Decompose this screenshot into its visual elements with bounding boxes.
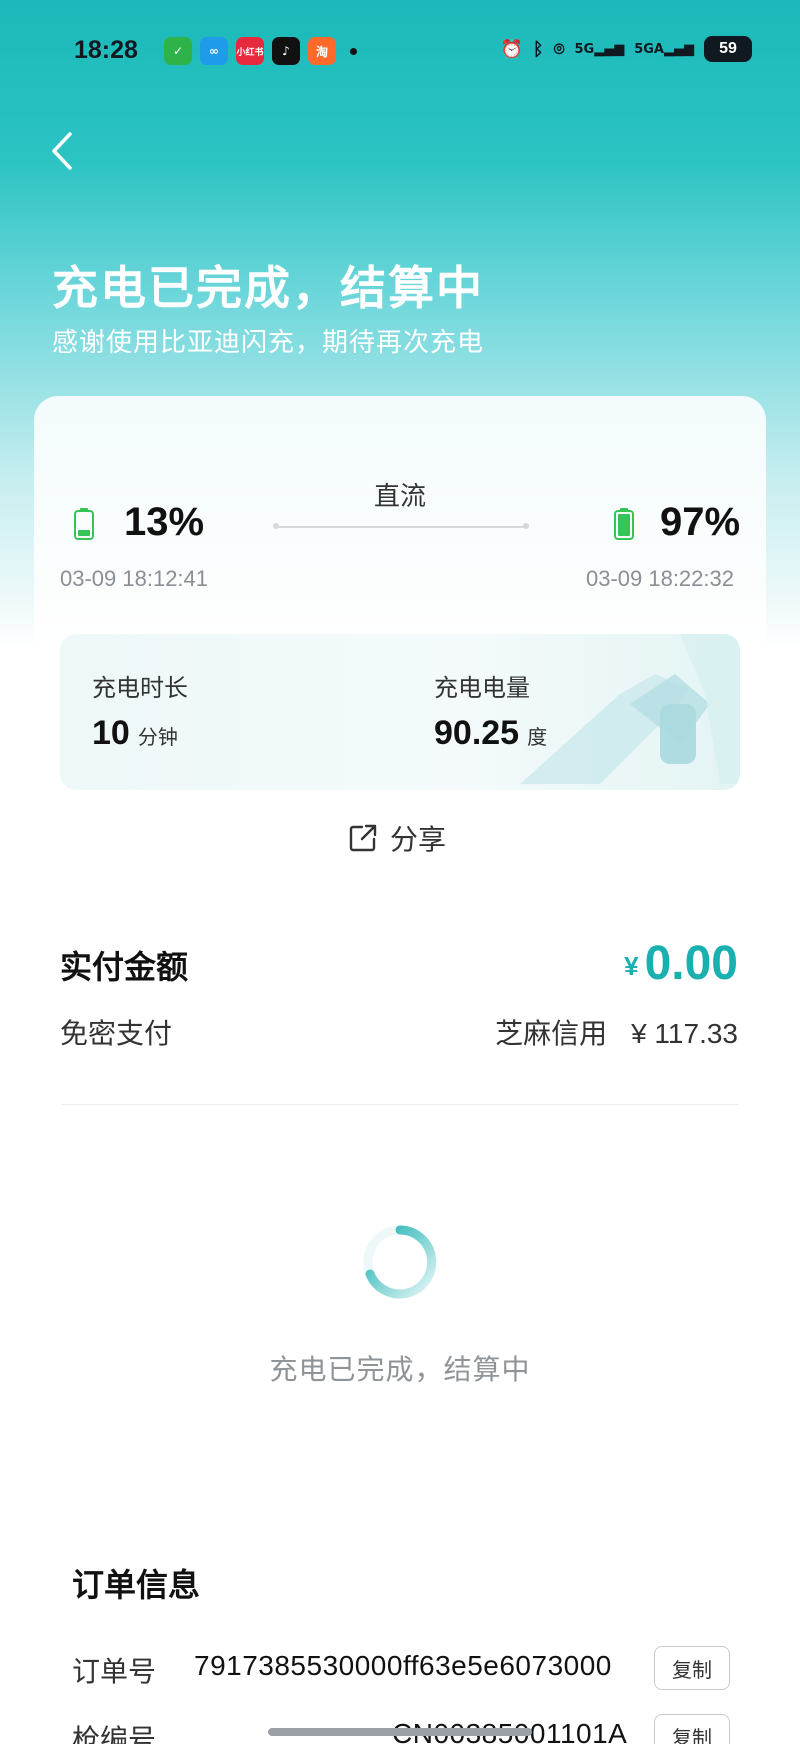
signal-5ga-icon: 5GA▂▄▆ <box>634 41 694 57</box>
bluetooth-icon: ᛒ <box>532 38 544 60</box>
end-battery-icon <box>614 508 634 540</box>
order-info-title: 订单信息 <box>72 1566 201 1604</box>
energy-label: 充电电量 <box>434 674 530 702</box>
start-battery-percent: 13% <box>124 500 205 544</box>
back-button[interactable] <box>44 128 84 174</box>
alarm-icon: ⏰ <box>500 38 523 60</box>
xiaohongshu-app-icon: 小红书 <box>236 37 264 65</box>
loading-spinner-icon <box>363 1225 437 1299</box>
end-battery-percent: 97% <box>660 500 741 544</box>
share-label: 分享 <box>390 823 447 856</box>
page: 18:28 ✓ ∞ 小红书 ♪ 淘 ⏰ ᛒ ⌾ 5G▂▄▆ 5GA▂▄▆ 59 … <box>0 0 800 1744</box>
copy-order-number-button[interactable]: 复制 <box>654 1646 730 1690</box>
copy-gun-number-button[interactable]: 复制 <box>654 1714 730 1744</box>
settlement-status-text: 充电已完成，结算中 <box>269 1353 531 1386</box>
tiktok-app-icon: ♪ <box>272 37 300 65</box>
status-bar: 18:28 ✓ ∞ 小红书 ♪ 淘 ⏰ ᛒ ⌾ 5G▂▄▆ 5GA▂▄▆ 59 <box>0 28 800 78</box>
shield-app-icon: ✓ <box>164 37 192 65</box>
battery-icon: 59 <box>704 36 752 62</box>
page-subtitle: 感谢使用比亚迪闪充，期待再次充电 <box>52 328 485 358</box>
taobao-app-icon: 淘 <box>308 37 336 65</box>
duration-value: 10 分钟 <box>92 714 178 752</box>
gun-number-label: 枪编号 <box>72 1723 157 1744</box>
charge-progress-line <box>273 523 529 529</box>
energy-unit: 度 <box>527 725 548 749</box>
payment-method: 免密支付 <box>60 1017 173 1050</box>
end-time: 03-09 18:22:32 <box>585 566 734 591</box>
divider <box>62 1104 738 1105</box>
notification-app-icons: ✓ ∞ 小红书 ♪ 淘 <box>164 37 357 65</box>
start-time: 03-09 18:12:41 <box>60 566 209 591</box>
chevron-left-icon <box>52 132 72 170</box>
page-title: 充电已完成，结算中 <box>52 261 484 315</box>
credit-label: 芝麻信用 <box>495 1017 608 1050</box>
order-number-value: 7917385530000ff63e5e6073000 <box>194 1650 612 1681</box>
share-button[interactable]: 分享 <box>348 818 446 858</box>
charging-gun-illustration <box>520 634 740 784</box>
share-icon <box>349 824 377 852</box>
start-battery-icon <box>74 508 94 540</box>
link-app-icon: ∞ <box>200 37 228 65</box>
duration-unit: 分钟 <box>137 725 178 749</box>
credit-amount: ¥ 117.33 <box>631 1018 738 1049</box>
status-time: 18:28 <box>74 36 138 64</box>
signal-5g-icon: 5G▂▄▆ <box>574 41 625 57</box>
location-icon: ⌾ <box>553 38 565 60</box>
paid-amount-label: 实付金额 <box>60 948 189 986</box>
charge-stats-panel: 充电时长 10 分钟 充电电量 90.25 度 <box>60 634 740 790</box>
energy-value: 90.25 度 <box>434 714 548 752</box>
home-indicator[interactable] <box>268 1728 532 1736</box>
paid-amount: ¥0.00 <box>624 937 738 990</box>
more-notifications-dot-icon <box>350 47 357 55</box>
credit-payment: 芝麻信用 ¥ 117.33 <box>495 1012 738 1052</box>
order-number-label: 订单号 <box>72 1655 157 1688</box>
duration-label: 充电时长 <box>92 674 188 702</box>
system-status-icons: ⏰ ᛒ ⌾ 5G▂▄▆ 5GA▂▄▆ 59 <box>500 36 752 62</box>
